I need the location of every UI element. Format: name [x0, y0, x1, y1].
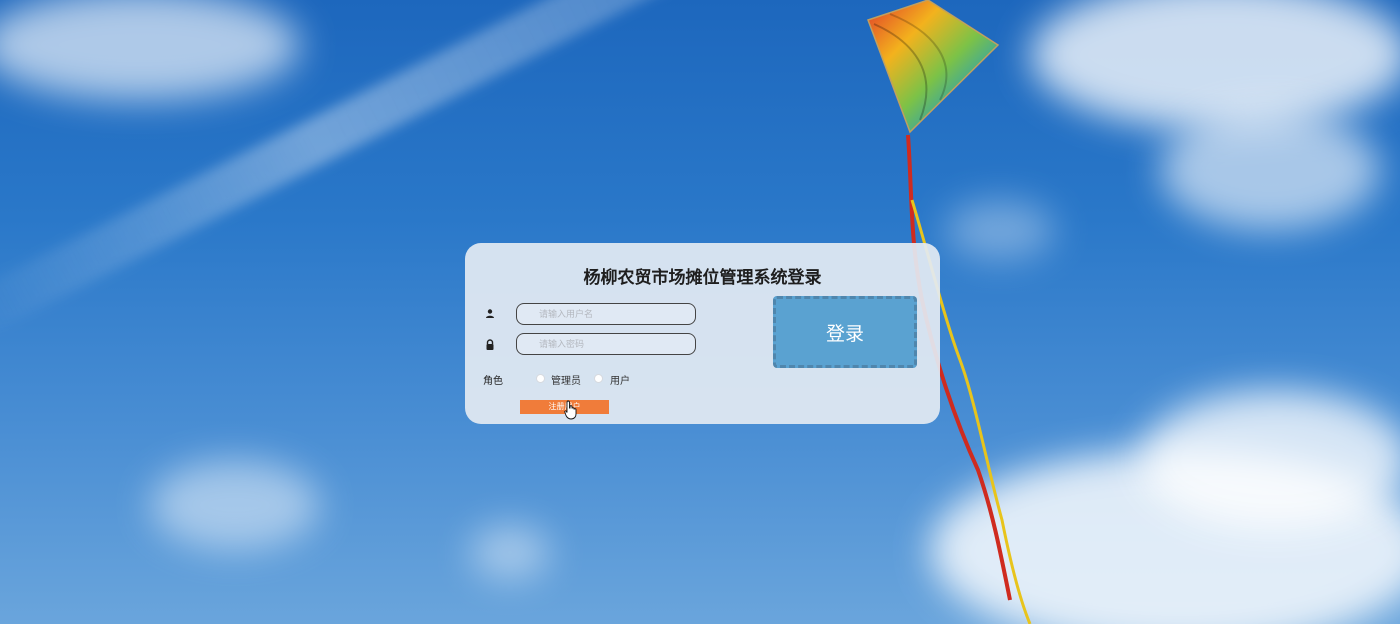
- password-input[interactable]: [516, 333, 696, 355]
- role-label-admin: 管理员: [551, 376, 581, 387]
- cloud: [470, 525, 550, 580]
- background-scene: 杨柳农贸市场摊位管理系统登录 角色 管理员 用户 注册用户 登录: [0, 0, 1400, 624]
- role-label: 角色: [483, 376, 503, 387]
- lock-icon: [483, 338, 497, 352]
- cloud: [1160, 110, 1380, 230]
- username-input[interactable]: [516, 303, 696, 325]
- cloud: [150, 460, 320, 550]
- login-button[interactable]: 登录: [773, 296, 917, 368]
- role-radio-admin[interactable]: [536, 374, 545, 383]
- role-label-user: 用户: [610, 376, 630, 387]
- user-icon: [483, 307, 497, 321]
- cloud: [1140, 390, 1400, 530]
- login-card: 杨柳农贸市场摊位管理系统登录 角色 管理员 用户 注册用户 登录: [465, 243, 940, 424]
- cloud: [1030, 0, 1400, 130]
- pointer-cursor-icon: [564, 400, 577, 420]
- page-title: 杨柳农贸市场摊位管理系统登录: [583, 268, 822, 287]
- role-radio-user[interactable]: [594, 374, 603, 383]
- cloud: [0, 0, 300, 100]
